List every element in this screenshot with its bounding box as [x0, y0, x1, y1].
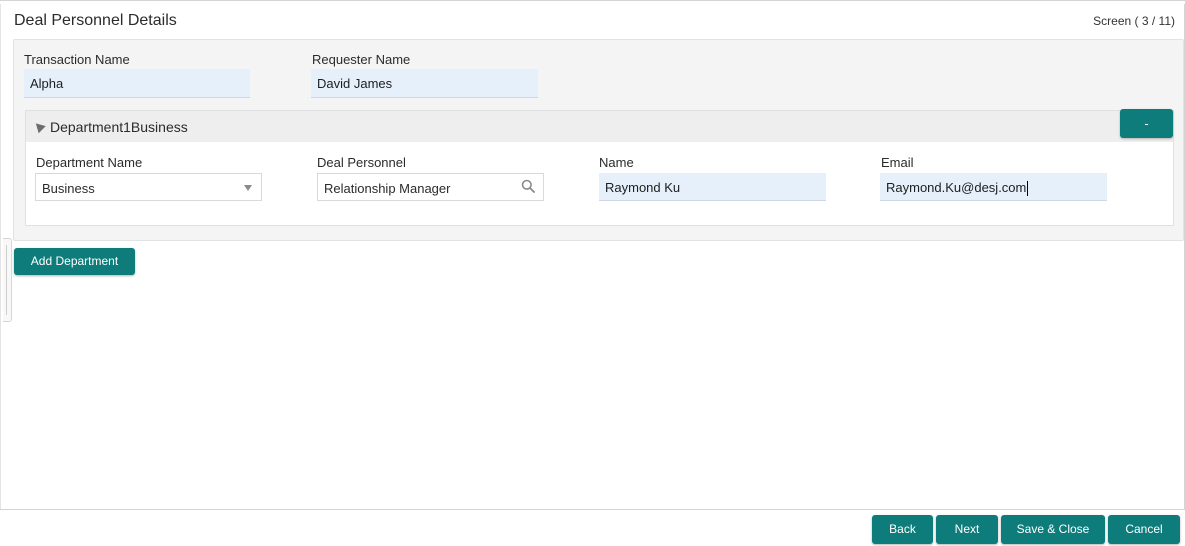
- department-section-header[interactable]: Department1Business: [26, 111, 1173, 142]
- department-name-label: Department Name: [36, 155, 143, 170]
- email-value: Raymond.Ku@desj.com: [886, 180, 1027, 195]
- collapse-triangle-icon[interactable]: [32, 119, 46, 134]
- add-department-button[interactable]: Add Department: [14, 248, 135, 275]
- page-title: Deal Personnel Details: [14, 12, 177, 29]
- remove-department-button[interactable]: -: [1120, 109, 1173, 138]
- side-panel-handle[interactable]: [3, 238, 12, 322]
- transaction-name-label: Transaction Name: [24, 52, 130, 67]
- department-section-title: Department1Business: [50, 119, 188, 135]
- name-label: Name: [599, 155, 634, 170]
- screen-counter: Screen ( 3 / 11): [1093, 14, 1175, 28]
- deal-personnel-lookup[interactable]: Relationship Manager: [317, 173, 544, 201]
- name-field[interactable]: Raymond Ku: [599, 173, 826, 201]
- text-cursor: [1027, 181, 1029, 197]
- save-close-button[interactable]: Save & Close: [1001, 515, 1105, 544]
- deal-personnel-value: Relationship Manager: [324, 181, 451, 196]
- email-field[interactable]: Raymond.Ku@desj.com: [880, 173, 1107, 201]
- next-button[interactable]: Next: [936, 515, 998, 544]
- department-name-select[interactable]: Business: [35, 173, 262, 201]
- chevron-down-icon: [244, 185, 252, 191]
- deal-personnel-label: Deal Personnel: [317, 155, 406, 170]
- search-icon[interactable]: [521, 179, 535, 193]
- top-border: [0, 0, 1185, 4]
- department-name-value: Business: [42, 181, 95, 196]
- email-label: Email: [881, 155, 914, 170]
- cancel-button[interactable]: Cancel: [1108, 515, 1180, 544]
- requester-name-field[interactable]: David James: [311, 69, 538, 98]
- left-edge: [0, 4, 1, 509]
- transaction-name-field[interactable]: Alpha: [24, 69, 250, 98]
- requester-name-label: Requester Name: [312, 52, 411, 67]
- back-button[interactable]: Back: [872, 515, 933, 544]
